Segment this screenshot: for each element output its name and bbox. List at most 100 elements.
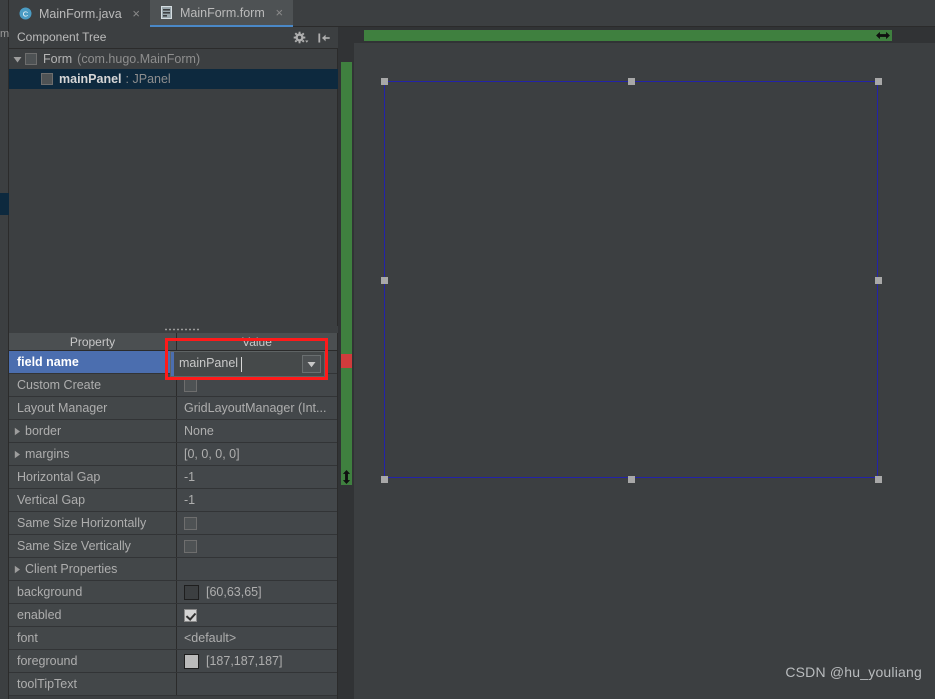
- property-value-cell[interactable]: -1: [177, 466, 337, 488]
- property-table-header: Property Value: [9, 333, 337, 351]
- property-value-cell[interactable]: [177, 673, 337, 695]
- property-row[interactable]: Layout Manager GridLayoutManager (Int...: [9, 397, 337, 420]
- tree-row-mainpanel[interactable]: mainPanel : JPanel: [9, 69, 338, 89]
- horizontal-resize-icon[interactable]: [876, 30, 890, 41]
- resize-handle-ne[interactable]: [875, 78, 882, 85]
- editor-focus-bar: [171, 352, 174, 376]
- tree-indent-spacer-2: [25, 69, 41, 89]
- property-value-cell[interactable]: [177, 374, 337, 396]
- field-name-value-editor[interactable]: mainPanel: [170, 351, 325, 377]
- checkbox-icon[interactable]: [184, 516, 197, 530]
- property-name-cell[interactable]: enabled: [9, 604, 177, 626]
- resize-handle-sw[interactable]: [381, 476, 388, 483]
- property-row[interactable]: Horizontal Gap -1: [9, 466, 337, 489]
- property-value-label: [0, 0, 0, 0]: [184, 447, 240, 461]
- color-swatch[interactable]: [184, 584, 199, 600]
- property-row[interactable]: border None: [9, 420, 337, 443]
- property-row[interactable]: enabled: [9, 604, 337, 627]
- property-name-cell[interactable]: border: [9, 420, 177, 442]
- property-row[interactable]: background [60,63,65]: [9, 581, 337, 604]
- property-row[interactable]: font <default>: [9, 627, 337, 650]
- property-row[interactable]: Same Size Horizontally: [9, 512, 337, 535]
- resize-handle-e[interactable]: [875, 277, 882, 284]
- property-name-cell[interactable]: background: [9, 581, 177, 603]
- vertical-ruler[interactable]: [341, 62, 352, 485]
- chevron-right-icon[interactable]: [9, 443, 25, 465]
- property-name-cell[interactable]: Custom Create: [9, 374, 177, 396]
- resize-handle-nw[interactable]: [381, 78, 388, 85]
- property-value-cell[interactable]: [177, 535, 337, 557]
- gear-icon[interactable]: [293, 30, 309, 46]
- property-name-label: margins: [25, 447, 70, 461]
- form-surface[interactable]: [354, 43, 935, 699]
- left-tool-strip-active-marker[interactable]: [0, 193, 9, 215]
- property-name-cell[interactable]: Same Size Vertically: [9, 535, 177, 557]
- property-row[interactable]: Custom Create: [9, 374, 337, 397]
- resize-handle-w[interactable]: [381, 277, 388, 284]
- tab-mainform-form[interactable]: MainForm.form ×: [150, 0, 293, 27]
- property-value-cell[interactable]: <default>: [177, 627, 337, 649]
- property-name-cell[interactable]: font: [9, 627, 177, 649]
- property-value-cell[interactable]: [0, 0, 0, 0]: [177, 443, 337, 465]
- tree-row-form[interactable]: Form (com.hugo.MainForm): [9, 49, 338, 69]
- property-name-cell[interactable]: Client Properties: [9, 558, 177, 580]
- property-rows: field name Custom Create Layout Manager Gri…: [9, 351, 337, 696]
- panel-splitter[interactable]: [9, 326, 338, 333]
- property-name-cell[interactable]: Vertical Gap: [9, 489, 177, 511]
- collapse-all-icon[interactable]: [316, 30, 332, 46]
- property-value-label: -1: [184, 493, 196, 507]
- property-value-label: None: [184, 424, 214, 438]
- field-name-input[interactable]: mainPanel: [179, 356, 238, 370]
- property-name-cell[interactable]: field name: [9, 351, 177, 373]
- tree-item-label: mainPanel: [59, 72, 122, 86]
- vertical-resize-icon[interactable]: [341, 470, 352, 484]
- property-row[interactable]: foreground [187,187,187]: [9, 650, 337, 673]
- property-value-cell[interactable]: GridLayoutManager (Int...: [177, 397, 337, 419]
- property-value-cell[interactable]: [177, 512, 337, 534]
- splitter-grip[interactable]: [164, 328, 200, 331]
- property-name-cell[interactable]: toolTipText: [9, 673, 177, 695]
- checkbox-icon[interactable]: [184, 378, 197, 392]
- property-value-label: -1: [184, 470, 196, 484]
- chevron-down-icon[interactable]: [302, 355, 321, 373]
- selected-main-panel[interactable]: [381, 78, 882, 483]
- property-row[interactable]: Vertical Gap -1: [9, 489, 337, 512]
- design-canvas[interactable]: CSDN @hu_youliang: [338, 27, 935, 699]
- chevron-down-icon[interactable]: [9, 49, 25, 69]
- chevron-right-icon[interactable]: [9, 420, 25, 442]
- close-icon[interactable]: ×: [131, 7, 142, 20]
- checkbox-icon[interactable]: [184, 539, 197, 553]
- property-value-label: [60,63,65]: [206, 585, 262, 599]
- property-value-cell[interactable]: [60,63,65]: [177, 581, 337, 603]
- property-value-cell[interactable]: [177, 604, 337, 626]
- property-value-cell[interactable]: [177, 558, 337, 580]
- property-row[interactable]: Same Size Vertically: [9, 535, 337, 558]
- resize-handle-se[interactable]: [875, 476, 882, 483]
- property-name-label: foreground: [17, 654, 78, 668]
- property-row[interactable]: margins [0, 0, 0, 0]: [9, 443, 337, 466]
- property-row[interactable]: toolTipText: [9, 673, 337, 696]
- left-tool-strip-label[interactable]: m: [0, 26, 9, 42]
- watermark-text: CSDN @hu_youliang: [785, 664, 922, 680]
- resize-handle-n[interactable]: [628, 78, 635, 85]
- resize-handle-s[interactable]: [628, 476, 635, 483]
- property-name-cell[interactable]: Layout Manager: [9, 397, 177, 419]
- component-tree-panel: Component Tree Form (com.hugo.MainForm) …: [9, 27, 338, 333]
- property-value-cell[interactable]: -1: [177, 489, 337, 511]
- property-name-cell[interactable]: foreground: [9, 650, 177, 672]
- property-name-cell[interactable]: margins: [9, 443, 177, 465]
- color-swatch[interactable]: [184, 653, 199, 669]
- close-icon[interactable]: ×: [274, 6, 285, 19]
- horizontal-ruler[interactable]: [364, 30, 892, 41]
- property-value-cell[interactable]: [187,187,187]: [177, 650, 337, 672]
- checkbox-checked-icon[interactable]: [184, 608, 197, 622]
- property-name-label: background: [17, 585, 83, 599]
- chevron-right-icon[interactable]: [9, 558, 25, 580]
- property-name-label: Same Size Vertically: [17, 539, 131, 553]
- property-name-cell[interactable]: Horizontal Gap: [9, 466, 177, 488]
- property-name-label: field name: [17, 355, 79, 369]
- tab-mainform-java[interactable]: C MainForm.java ×: [9, 0, 150, 27]
- property-name-cell[interactable]: Same Size Horizontally: [9, 512, 177, 534]
- property-value-cell[interactable]: None: [177, 420, 337, 442]
- property-row[interactable]: Client Properties: [9, 558, 337, 581]
